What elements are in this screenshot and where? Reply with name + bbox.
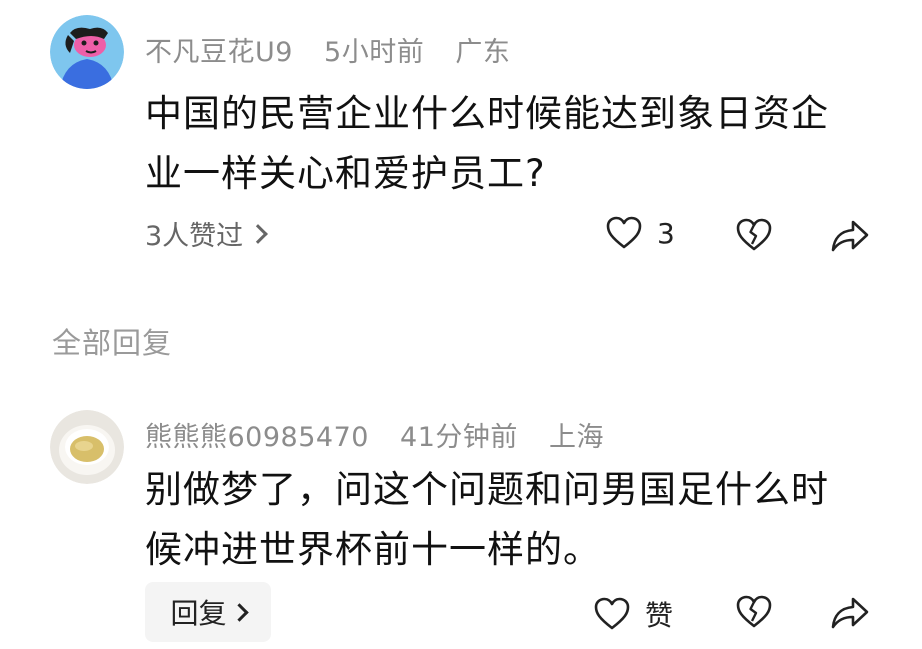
- reply-content[interactable]: 别做梦了，问这个问题和问男国足什么时候冲进世界杯前十一样的。: [145, 460, 865, 580]
- avatar-commenter[interactable]: [50, 15, 124, 89]
- share-arrow-icon: [831, 220, 869, 252]
- comment-time: 5小时前: [324, 37, 425, 68]
- comment-content[interactable]: 中国的民营企业什么时候能达到象日资企业一样关心和爱护员工?: [145, 84, 865, 204]
- heart-outline-icon: [594, 597, 630, 630]
- all-replies-heading: 全部回复: [52, 326, 173, 360]
- likes-summary-link[interactable]: 3人赞过: [145, 214, 269, 253]
- reply-share-button[interactable]: [830, 594, 870, 630]
- reply-time: 41分钟前: [400, 422, 518, 453]
- tea-cup-avatar-icon: [50, 410, 124, 484]
- chevron-right-icon: [229, 602, 249, 622]
- comment-username[interactable]: 不凡豆花U9: [145, 37, 293, 68]
- comment-like-count: 3: [657, 216, 675, 250]
- comment-meta: 不凡豆花U9 5小时前 广东: [145, 30, 532, 69]
- reply-dislike-button[interactable]: [735, 594, 773, 630]
- comment-like-button[interactable]: 3: [605, 215, 675, 251]
- chevron-right-icon: [248, 223, 269, 244]
- likes-summary-text: 3人赞过: [145, 221, 244, 252]
- avatar-replier[interactable]: [50, 410, 124, 484]
- reply-username[interactable]: 熊熊熊60985470: [145, 422, 369, 453]
- heart-outline-icon: [606, 216, 642, 249]
- broken-heart-icon: [736, 218, 772, 251]
- reply-button[interactable]: 回复: [145, 582, 271, 642]
- reply-like-button[interactable]: 赞: [593, 594, 673, 634]
- reply-button-label: 回复: [170, 597, 227, 630]
- reply-meta: 熊熊熊60985470 41分钟前 上海: [145, 415, 626, 454]
- comment-location: 广东: [455, 37, 511, 68]
- reply-like-label: 赞: [645, 599, 674, 632]
- comment-dislike-button[interactable]: [735, 217, 773, 253]
- comment-share-button[interactable]: [830, 217, 870, 253]
- dog-avatar-icon: [50, 15, 124, 89]
- broken-heart-icon: [736, 595, 772, 628]
- share-arrow-icon: [831, 597, 869, 629]
- reply-location: 上海: [548, 422, 604, 453]
